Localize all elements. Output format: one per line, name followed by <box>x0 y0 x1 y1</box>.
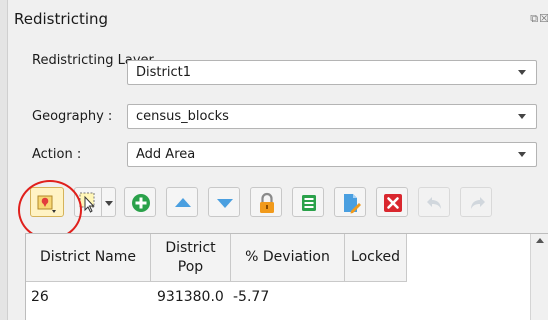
undo-icon <box>427 197 441 209</box>
add-district-button[interactable] <box>124 187 156 217</box>
district-table: District Name District Pop % Deviation L… <box>25 233 548 320</box>
cell-deviation[interactable]: -5.77 <box>233 289 269 305</box>
geography-select-value: census_blocks <box>136 109 229 124</box>
action-label: Action : <box>32 147 82 162</box>
column-header-district-name[interactable]: District Name <box>26 234 151 282</box>
action-select[interactable]: Add Area <box>127 142 537 167</box>
geography-label: Geography : <box>32 109 113 124</box>
panel-title: Redistricting <box>14 10 109 28</box>
panel-float-close-controls[interactable]: ⧉☒ <box>530 12 548 26</box>
scroll-up-arrow-icon[interactable] <box>536 238 544 243</box>
cell-district-pop[interactable]: 931380.0 <box>157 289 224 305</box>
add-district-icon <box>132 194 150 212</box>
layer-select-value: District1 <box>136 65 191 80</box>
highlight-circle-annotation <box>18 180 82 240</box>
move-up-icon <box>175 198 191 207</box>
layer-select[interactable]: District1 <box>127 60 537 85</box>
edit-document-button[interactable] <box>334 187 366 217</box>
delete-icon <box>384 194 402 212</box>
select-mode-dropdown[interactable] <box>102 187 116 217</box>
column-header-deviation[interactable]: % Deviation <box>231 234 345 282</box>
redo-button[interactable] <box>460 187 492 217</box>
dock-edge <box>0 0 8 320</box>
cell-district-name[interactable]: 26 <box>31 289 49 305</box>
column-header-locked[interactable]: Locked <box>345 234 407 282</box>
column-header-district-pop[interactable]: District Pop <box>151 234 231 282</box>
move-up-button[interactable] <box>166 187 198 217</box>
redo-icon <box>471 197 485 209</box>
lock-icon <box>260 192 274 213</box>
delete-district-button[interactable] <box>376 187 408 217</box>
geography-select[interactable]: census_blocks <box>127 104 537 129</box>
attribute-table-button[interactable] <box>292 187 324 217</box>
chevron-down-icon <box>518 70 526 75</box>
action-select-value: Add Area <box>136 147 196 162</box>
move-down-button[interactable] <box>208 187 240 217</box>
lock-district-button[interactable] <box>250 187 282 217</box>
chevron-down-icon <box>105 201 113 206</box>
chevron-down-icon <box>518 152 526 157</box>
attribute-table-icon <box>302 195 316 211</box>
chevron-down-icon <box>518 114 526 119</box>
edit-document-icon <box>344 194 361 214</box>
table-vertical-scrollbar[interactable] <box>530 234 548 320</box>
move-down-icon <box>217 199 233 208</box>
undo-button[interactable] <box>418 187 450 217</box>
